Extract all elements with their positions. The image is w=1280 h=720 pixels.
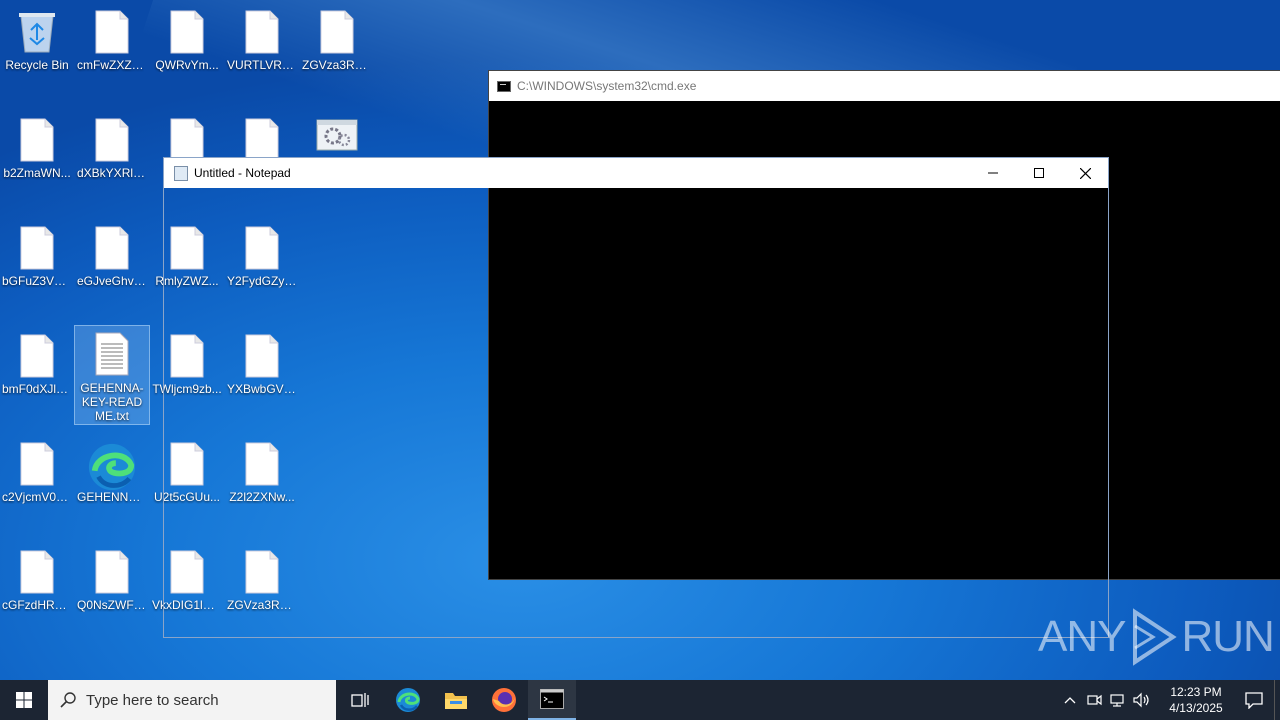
desktop-icon[interactable]: bmF0dXJld... — [0, 328, 74, 428]
notepad-titlebar[interactable]: Untitled - Notepad — [164, 158, 1108, 188]
clock[interactable]: 12:23 PM 4/13/2025 — [1158, 684, 1234, 716]
notification-center-button[interactable] — [1234, 680, 1274, 720]
taskbar-search-box[interactable] — [48, 680, 336, 720]
desktop-icon-label: GEHENNA-... — [77, 490, 149, 504]
blank-file-icon — [75, 550, 149, 596]
desktop-icon[interactable]: dXBkYXRlZ... — [75, 112, 149, 212]
notification-icon — [1245, 692, 1263, 709]
minimize-icon — [988, 172, 998, 174]
desktop-icon[interactable]: GEHENNA-KEY-README.txt — [74, 325, 150, 425]
blank-file-icon — [225, 10, 299, 56]
desktop: Recycle Bin cmFwZXZp... QWRvYm... VURTLVRyb… — [0, 0, 1280, 680]
network-button[interactable] — [1106, 680, 1130, 720]
taskbar: 12:23 PM 4/13/2025 — [0, 680, 1280, 720]
desktop-icon[interactable]: QWRvYm... — [150, 4, 224, 104]
notepad-window[interactable]: Untitled - Notepad — [163, 157, 1109, 638]
meet-icon — [1087, 694, 1102, 706]
chevron-up-icon — [1064, 697, 1076, 704]
cmd-title: C:\WINDOWS\system32\cmd.exe — [517, 79, 697, 93]
blank-file-icon — [75, 226, 149, 272]
firefox-icon — [492, 688, 516, 712]
desktop-icon-label: bGFuZ3VhZ... — [2, 274, 74, 288]
desktop-icon-label: cGFzdHRob... — [2, 598, 74, 612]
close-button[interactable] — [1062, 158, 1108, 188]
text-file-icon — [75, 332, 149, 378]
desktop-icon-label: eGJveGhvb... — [77, 274, 149, 288]
search-icon — [60, 692, 76, 708]
desktop-icon[interactable]: Recycle Bin — [0, 4, 74, 104]
desktop-icon[interactable]: Q0NsZWFu... — [75, 544, 149, 644]
desktop-icon-label: b2ZmaWN... — [3, 166, 71, 180]
maximize-icon — [1034, 168, 1044, 178]
blank-file-icon — [300, 10, 374, 56]
blank-file-icon — [0, 442, 74, 488]
start-button[interactable] — [0, 680, 48, 720]
desktop-icon[interactable]: GEHENNA-... — [75, 436, 149, 536]
desktop-icon[interactable]: cmFwZXZp... — [75, 4, 149, 104]
cmd-icon — [540, 689, 564, 709]
taskbar-edge-button[interactable] — [384, 680, 432, 720]
watermark-right: RUN — [1181, 612, 1274, 661]
maximize-button[interactable] — [1016, 158, 1062, 188]
volume-button[interactable] — [1130, 680, 1154, 720]
desktop-icon-label: Q0NsZWFu... — [77, 598, 149, 612]
edge-icon — [396, 688, 420, 712]
edge-shortcut-icon — [75, 442, 149, 491]
cmd-titlebar[interactable]: C:\WINDOWS\system32\cmd.exe — [489, 71, 1280, 101]
taskbar-firefox-button[interactable] — [480, 680, 528, 720]
desktop-icon[interactable]: ZGVza3Rvc... — [300, 4, 374, 104]
system-tray: 12:23 PM 4/13/2025 — [1058, 680, 1280, 720]
blank-file-icon — [0, 334, 74, 380]
blank-file-icon — [150, 10, 224, 56]
desktop-icon-label: Recycle Bin — [5, 58, 69, 72]
desktop-icon-label: c2VjcmV0Y... — [2, 490, 73, 504]
task-view-button[interactable] — [336, 680, 384, 720]
desktop-icon[interactable]: cGFzdHRob... — [0, 544, 74, 644]
taskbar-explorer-button[interactable] — [432, 680, 480, 720]
desktop-icon-label: cmFwZXZp... — [77, 58, 149, 72]
folder-icon — [445, 693, 467, 709]
desktop-icon-label: dXBkYXRlZ... — [77, 166, 149, 180]
search-input[interactable] — [86, 691, 316, 709]
watermark-left: ANY — [1038, 612, 1126, 661]
blank-file-icon — [75, 10, 149, 56]
taskbar-cmd-button[interactable] — [528, 680, 576, 720]
recycle-bin-icon — [0, 10, 74, 56]
blank-file-icon — [0, 226, 74, 272]
desktop-icon[interactable]: bGFuZ3VhZ... — [0, 220, 74, 320]
desktop-icon-label: GEHENNA-KEY-README.txt — [80, 381, 144, 423]
notepad-app-icon — [174, 165, 188, 181]
desktop-icon[interactable]: eGJveGhvb... — [75, 220, 149, 320]
desktop-icon[interactable]: VURTLVRyb... — [225, 4, 299, 104]
close-icon — [1079, 167, 1091, 179]
desktop-icon-label: VURTLVRyb... — [227, 58, 299, 72]
desktop-icon[interactable]: c2VjcmV0Y... — [0, 436, 74, 536]
minimize-button[interactable] — [970, 158, 1016, 188]
blank-file-icon — [75, 118, 149, 164]
notepad-title: Untitled - Notepad — [194, 166, 291, 180]
desktop-icon[interactable]: b2ZmaWN... — [0, 112, 74, 212]
task-view-icon — [351, 693, 369, 707]
desktop-icon-label: bmF0dXJld... — [2, 382, 73, 396]
play-logo-icon — [1133, 608, 1178, 666]
blank-file-icon — [0, 550, 74, 596]
windows-logo-icon — [16, 692, 32, 708]
desktop-icon-label: ZGVza3Rvc... — [302, 58, 374, 72]
speaker-icon — [1133, 692, 1149, 708]
clock-time: 12:23 PM — [1170, 685, 1222, 699]
anyrun-watermark: ANY RUN — [1038, 608, 1275, 666]
desktop-icon-label: QWRvYm... — [155, 58, 219, 72]
show-hidden-icons-button[interactable] — [1058, 680, 1082, 720]
show-desktop-button[interactable] — [1274, 680, 1280, 720]
meet-now-button[interactable] — [1082, 680, 1106, 720]
clock-date: 4/13/2025 — [1169, 701, 1223, 715]
network-icon — [1110, 694, 1124, 707]
blank-file-icon — [0, 118, 74, 164]
cmd-app-icon — [497, 80, 511, 92]
